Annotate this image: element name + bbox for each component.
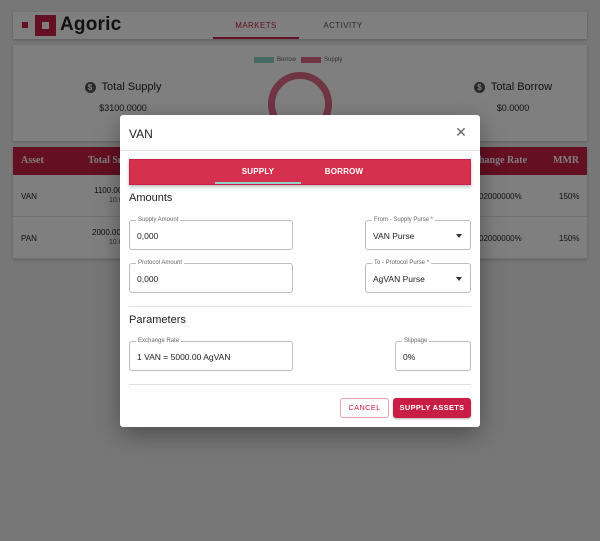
cancel-button[interactable]: CANCEL: [340, 398, 389, 418]
dialog-tabs: SUPPLY BORROW: [129, 159, 471, 185]
protocol-amount-label: Protocol Amount: [136, 259, 185, 267]
close-icon[interactable]: ✕: [452, 123, 470, 141]
exchange-rate-field: Exchange Rate 1 VAN = 5000.00 AgVAN: [129, 337, 293, 371]
to-purse-label: To - Protocol Purse *: [372, 259, 432, 267]
to-purse-select[interactable]: To - Protocol Purse * AgVAN Purse: [365, 259, 471, 293]
chevron-down-icon: [456, 277, 462, 281]
from-purse-value: VAN Purse: [373, 231, 415, 241]
exchange-rate-label: Exchange Rate: [136, 337, 182, 345]
slippage-label: Slippage: [402, 337, 430, 345]
slippage-field[interactable]: Slippage 0%: [395, 337, 471, 371]
amounts-heading: Amounts: [129, 192, 173, 204]
exchange-rate-value: 1 VAN = 5000.00 AgVAN: [137, 352, 231, 362]
divider: [129, 306, 471, 307]
protocol-amount-field[interactable]: Protocol Amount 0,000: [129, 259, 293, 293]
supply-amount-value: 0,000: [137, 231, 159, 241]
supply-assets-button[interactable]: SUPPLY ASSETS: [393, 398, 471, 418]
tab-borrow[interactable]: BORROW: [301, 160, 387, 184]
to-purse-value: AgVAN Purse: [373, 274, 425, 284]
divider: [120, 150, 480, 151]
from-purse-label: From - Supply Purse *: [372, 216, 436, 224]
supply-amount-label: Supply Amount: [136, 216, 181, 224]
chevron-down-icon: [456, 234, 462, 238]
tab-supply[interactable]: SUPPLY: [215, 160, 301, 184]
slippage-value: 0%: [403, 352, 416, 362]
from-purse-select[interactable]: From - Supply Purse * VAN Purse: [365, 216, 471, 250]
parameters-heading: Parameters: [129, 314, 186, 326]
protocol-amount-value: 0,000: [137, 274, 159, 284]
supply-amount-field[interactable]: Supply Amount 0,000: [129, 216, 293, 250]
supply-dialog: VAN ✕ SUPPLY BORROW Amounts Supply Amoun…: [120, 115, 480, 427]
divider: [129, 384, 471, 385]
dialog-title: VAN: [129, 127, 153, 141]
